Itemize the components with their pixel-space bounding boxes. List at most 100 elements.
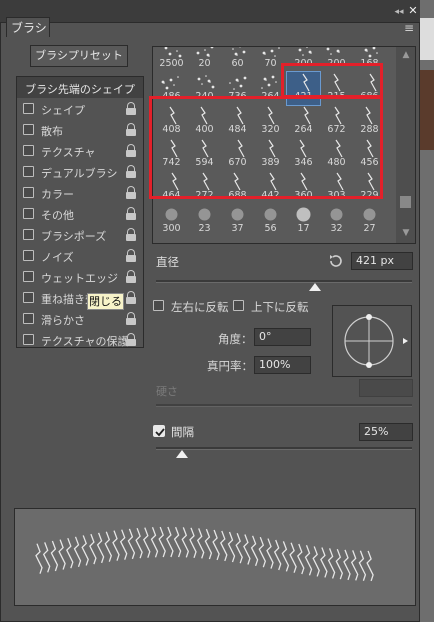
brush-tip-thumbnail <box>264 208 277 221</box>
spacing-label: 間隔 <box>171 425 194 439</box>
brush-tip-23[interactable]: 23 <box>188 204 221 237</box>
hardness-slider-track <box>156 404 412 407</box>
option-label: デュアルブラシ <box>41 167 118 180</box>
brush-tip-17[interactable]: 17 <box>287 204 320 237</box>
lock-icon[interactable] <box>125 165 137 178</box>
brush-tip-60[interactable]: 60 <box>221 47 254 72</box>
lock-icon[interactable] <box>125 270 137 283</box>
option-scatter[interactable]: 散布 <box>17 119 143 140</box>
lock-icon[interactable] <box>125 123 137 136</box>
panel-menu-icon[interactable]: ≡ <box>402 22 416 34</box>
checkbox[interactable] <box>153 300 164 311</box>
brush-tip-size: 32 <box>330 223 343 234</box>
option-build-up[interactable]: 重ね描き効果 <box>17 287 143 308</box>
stroke-preview <box>14 508 416 606</box>
roundness-label: 真円率： <box>207 359 253 373</box>
checkbox[interactable] <box>23 250 34 261</box>
brush-tip-20[interactable]: 20 <box>188 47 221 72</box>
brush-tip-2500[interactable]: 2500 <box>155 47 188 72</box>
hardness-input <box>359 379 413 397</box>
option-other[interactable]: その他 <box>17 203 143 224</box>
spacing-input[interactable]: 25% <box>359 423 413 441</box>
panel-title[interactable]: ブラシ <box>6 17 50 37</box>
scroll-up-icon[interactable]: ▲ <box>400 50 412 60</box>
flip-y-label: 上下に反転 <box>251 300 309 314</box>
option-noise[interactable]: ノイズ <box>17 245 143 266</box>
brush-tip-size: 27 <box>363 223 376 234</box>
checkbox[interactable] <box>23 334 34 345</box>
lock-icon[interactable] <box>125 102 137 115</box>
option-color[interactable]: カラー <box>17 182 143 203</box>
brush-tip-300[interactable]: 300 <box>155 204 188 237</box>
brush-tip-32[interactable]: 32 <box>320 204 353 237</box>
spacing-checkbox[interactable] <box>153 425 165 437</box>
checkbox[interactable] <box>23 166 34 177</box>
brush-presets-button[interactable]: ブラシプリセット <box>30 45 128 67</box>
lock-icon[interactable] <box>125 249 137 262</box>
diameter-slider-knob[interactable] <box>308 283 321 291</box>
diameter-label: 直径 <box>156 255 179 269</box>
brush-tip-56[interactable]: 56 <box>254 204 287 237</box>
option-texture[interactable]: テクスチャ <box>17 140 143 161</box>
lock-icon[interactable] <box>125 291 137 304</box>
brush-tip-thumbnail <box>296 207 311 222</box>
brush-tip-size: 20 <box>198 58 211 69</box>
checkbox[interactable] <box>23 187 34 198</box>
scroll-thumb[interactable] <box>400 196 411 208</box>
option-label: ノイズ <box>41 251 74 264</box>
checkbox[interactable] <box>23 124 34 135</box>
checkbox[interactable] <box>23 103 34 114</box>
option-dual-brush[interactable]: デュアルブラシ <box>17 161 143 182</box>
brush-tip-thumbnail <box>363 208 376 221</box>
option-label: ウェットエッジ <box>41 272 118 285</box>
brush-tip-size: 17 <box>297 223 310 234</box>
brush-tip-size: 300 <box>162 223 181 234</box>
option-brush-tip-shape[interactable]: ブラシ先端のシェイプ <box>17 77 143 98</box>
close-icon[interactable]: ✕ <box>407 5 419 17</box>
option-label: その他 <box>41 209 74 222</box>
angle-roundness-widget[interactable] <box>332 305 412 377</box>
checkbox[interactable] <box>233 300 244 311</box>
collapse-icon[interactable]: ◂◂ <box>392 6 406 18</box>
roundness-input[interactable]: 100% <box>254 356 311 374</box>
spacing-slider-track[interactable] <box>156 447 412 450</box>
angle-input[interactable]: 0° <box>254 328 311 346</box>
checkbox[interactable] <box>23 313 34 324</box>
tooltip: 閉じる <box>87 293 124 310</box>
brush-tip-37[interactable]: 37 <box>221 204 254 237</box>
scroll-down-icon[interactable]: ▼ <box>400 228 412 238</box>
brush-tip-thumbnail <box>231 208 244 221</box>
lock-icon[interactable] <box>125 207 137 220</box>
lock-icon[interactable] <box>125 333 137 346</box>
tab-bar <box>0 6 420 22</box>
diameter-slider-track[interactable] <box>156 280 412 283</box>
lock-icon[interactable] <box>125 312 137 325</box>
angle-label: 角度： <box>218 332 253 346</box>
canvas-edge <box>420 0 434 622</box>
brush-tip-27[interactable]: 27 <box>353 204 386 237</box>
option-shape[interactable]: シェイプ <box>17 98 143 119</box>
lock-icon[interactable] <box>125 144 137 157</box>
option-wet-edges[interactable]: ウェットエッジ <box>17 266 143 287</box>
checkbox[interactable] <box>23 271 34 282</box>
brush-tip-size: 56 <box>264 223 277 234</box>
reset-size-icon[interactable] <box>328 254 344 268</box>
brush-tip-thumbnail <box>229 76 247 90</box>
checkbox[interactable] <box>23 229 34 240</box>
brush-tip-size: 23 <box>198 223 211 234</box>
lock-icon[interactable] <box>125 228 137 241</box>
brush-tip-thumbnail <box>198 208 211 221</box>
option-label: ブラシポーズ <box>41 230 107 243</box>
checkbox[interactable] <box>23 145 34 156</box>
lock-icon[interactable] <box>125 186 137 199</box>
diameter-input[interactable]: 421 px <box>351 252 413 270</box>
checkbox[interactable] <box>23 292 34 303</box>
option-protect-texture[interactable]: テクスチャの保護 <box>17 329 143 350</box>
checkbox[interactable] <box>23 208 34 219</box>
option-smoothing[interactable]: 滑らかさ <box>17 308 143 329</box>
brush-tip-thumbnail <box>165 208 178 221</box>
brush-tip-size: 60 <box>231 58 244 69</box>
spacing-slider-knob[interactable] <box>175 450 188 458</box>
option-brush-pose[interactable]: ブラシポーズ <box>17 224 143 245</box>
grid-scrollbar[interactable] <box>396 47 415 243</box>
